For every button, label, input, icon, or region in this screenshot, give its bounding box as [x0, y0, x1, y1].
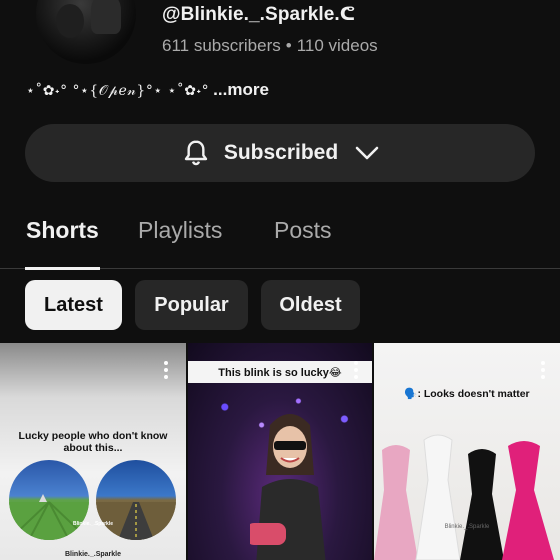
- tab-shorts[interactable]: Shorts: [26, 217, 99, 244]
- active-tab-indicator: [25, 267, 100, 270]
- dresses-image: [374, 434, 554, 560]
- channel-tabs: Shorts Playlists Posts: [0, 205, 560, 270]
- subscribed-button[interactable]: Subscribed: [25, 124, 535, 182]
- more-link[interactable]: ...more: [213, 80, 269, 99]
- chevron-down-icon[interactable]: [354, 144, 380, 162]
- thumbnail-watermark: Blinkie._.Sparkle: [64, 551, 122, 558]
- thumbnail-overlay-text: Blinkie._.Sparkle: [72, 521, 114, 527]
- more-options-icon[interactable]: [354, 361, 358, 379]
- description-text: ⋆˚✿˖° °⋆{𝒪𝓅𝑒𝓃}°⋆ ⋆˚✿˖°: [26, 83, 210, 99]
- road-image: [96, 502, 176, 540]
- more-options-icon[interactable]: [164, 361, 168, 379]
- short-thumbnail[interactable]: This blink is so lucky😂: [188, 343, 372, 560]
- filter-popular-chip[interactable]: Popular: [135, 280, 248, 330]
- short-caption: This blink is so lucky😂: [188, 361, 372, 383]
- short-caption: 🗣️: Looks doesn't matter: [404, 388, 530, 400]
- video-count: 110 videos: [296, 36, 378, 55]
- subscriber-count: 611 subscribers: [162, 36, 281, 55]
- person-image: [250, 414, 326, 560]
- subscribed-label: Subscribed: [223, 141, 339, 164]
- channel-handle: @Blinkie._.Sparkle.ᕦ: [162, 4, 356, 25]
- tab-playlists[interactable]: Playlists: [138, 217, 222, 244]
- speaking-head-icon: 🗣️: [404, 388, 418, 400]
- more-options-icon[interactable]: [541, 361, 545, 379]
- filter-oldest-chip[interactable]: Oldest: [261, 280, 360, 330]
- field-image: [9, 494, 89, 540]
- thumbnail-watermark: Blinkie._.Sparkle: [444, 524, 490, 530]
- channel-avatar[interactable]: [36, 0, 136, 64]
- tab-posts[interactable]: Posts: [274, 217, 332, 244]
- bell-icon: [184, 140, 208, 166]
- stats-separator: •: [285, 36, 292, 55]
- short-thumbnail[interactable]: 🗣️: Looks doesn't matter Blinkie._.Spark…: [374, 343, 560, 560]
- short-caption: Lucky people who don't know about this..…: [18, 430, 168, 454]
- short-thumbnail[interactable]: Lucky people who don't know about this..…: [0, 343, 186, 560]
- channel-description[interactable]: ⋆˚✿˖° °⋆{𝒪𝓅𝑒𝓃}°⋆ ⋆˚✿˖° ...more: [26, 80, 269, 100]
- shorts-grid: Lucky people who don't know about this..…: [0, 343, 560, 560]
- filter-latest-chip[interactable]: Latest: [25, 280, 122, 330]
- thumbnail-image: [96, 460, 176, 540]
- channel-stats: 611 subscribers • 110 videos: [162, 36, 378, 56]
- thumbnail-image: [9, 460, 89, 540]
